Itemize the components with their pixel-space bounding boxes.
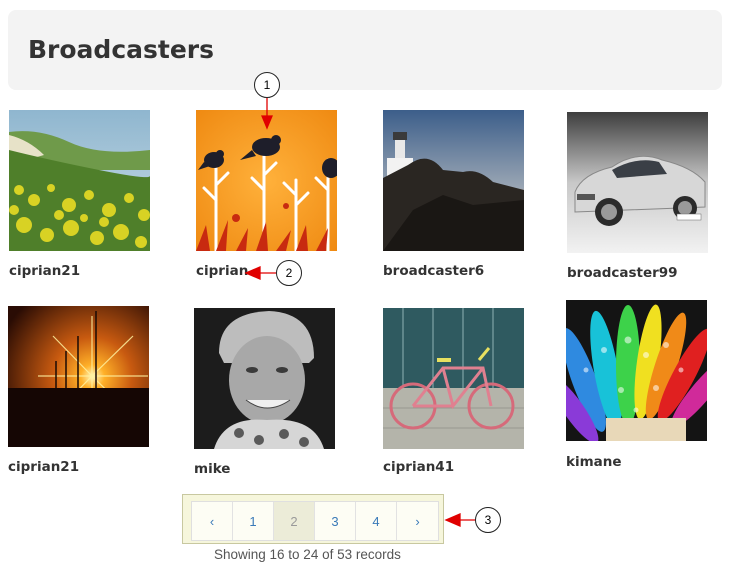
callout-marker: 1 (254, 72, 280, 98)
annotation-arrows (244, 98, 476, 527)
callout-marker: 3 (475, 507, 501, 533)
callout-marker: 2 (276, 260, 302, 286)
